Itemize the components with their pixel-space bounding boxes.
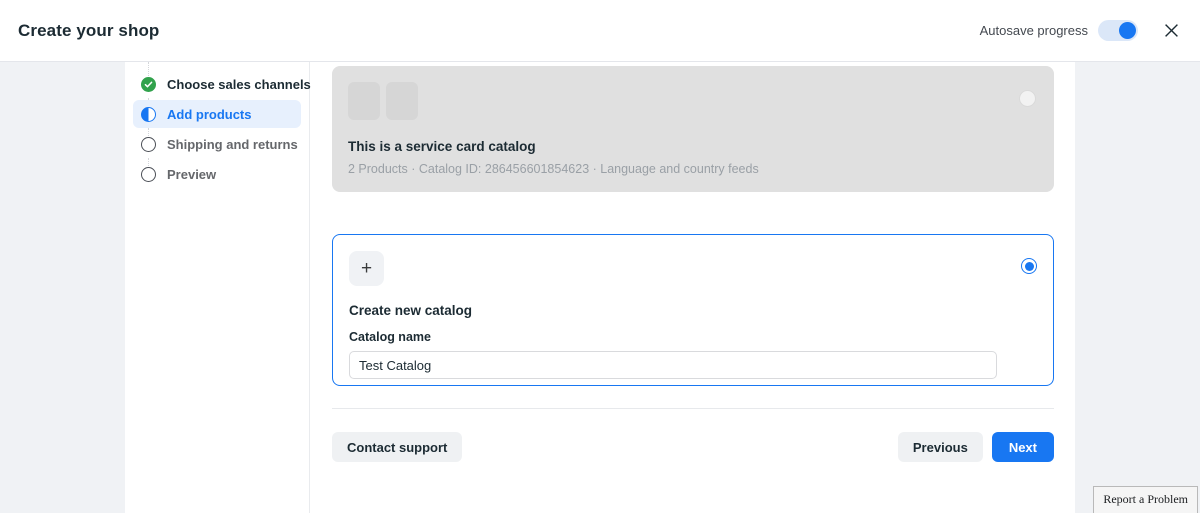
catalog-thumbnails	[348, 82, 1038, 120]
sidebar-item-choose-sales-channels[interactable]: Choose sales channels	[133, 70, 301, 98]
sidebar-item-preview[interactable]: Preview	[133, 160, 301, 188]
page-title: Create your shop	[18, 21, 159, 41]
sidebar-item-label: Choose sales channels	[167, 77, 311, 92]
header-actions: Autosave progress	[980, 18, 1184, 44]
radio-selected-dot	[1025, 262, 1034, 271]
app-header: Create your shop Autosave progress	[0, 0, 1200, 62]
autosave-toggle-knob	[1119, 22, 1136, 39]
step-list: Choose sales channels Add products Shipp…	[125, 70, 309, 188]
catalog-card-existing[interactable]: This is a service card catalog 2 Product…	[332, 66, 1054, 192]
previous-button[interactable]: Previous	[898, 432, 983, 462]
thumbnail-placeholder	[386, 82, 418, 120]
sidebar-item-label: Add products	[167, 107, 252, 122]
catalog-radio-new[interactable]	[1021, 258, 1037, 274]
half-circle-icon	[141, 107, 156, 122]
wizard-footer: Contact support Previous Next	[332, 432, 1054, 462]
autosave-toggle[interactable]	[1098, 20, 1138, 41]
report-a-problem-button[interactable]: Report a Problem	[1093, 486, 1198, 513]
catalog-card-new[interactable]: + Create new catalog Catalog name	[332, 234, 1054, 386]
catalog-radio-existing[interactable]	[1019, 90, 1036, 107]
sidebar-item-label: Shipping and returns	[167, 137, 298, 152]
wizard-content: This is a service card catalog 2 Product…	[311, 62, 1075, 513]
sidebar-item-add-products[interactable]: Add products	[133, 100, 301, 128]
empty-circle-icon	[141, 137, 156, 152]
empty-circle-icon	[141, 167, 156, 182]
sidebar-item-label: Preview	[167, 167, 216, 182]
wizard-sidebar: Choose sales channels Add products Shipp…	[125, 62, 310, 513]
plus-icon: +	[349, 251, 384, 286]
thumbnail-placeholder	[348, 82, 380, 120]
catalog-name-input[interactable]	[349, 351, 997, 379]
create-new-catalog-title: Create new catalog	[349, 303, 1037, 318]
sidebar-item-shipping-and-returns[interactable]: Shipping and returns	[133, 130, 301, 158]
contact-support-button[interactable]: Contact support	[332, 432, 462, 462]
wizard-panel: Choose sales channels Add products Shipp…	[125, 62, 1075, 513]
catalog-name-label: Catalog name	[349, 330, 1037, 344]
footer-nav-buttons: Previous Next	[898, 432, 1054, 462]
footer-divider	[332, 408, 1054, 409]
close-icon[interactable]	[1158, 18, 1184, 44]
catalog-meta: 2 Products · Catalog ID: 286456601854623…	[348, 162, 1038, 176]
next-button[interactable]: Next	[992, 432, 1054, 462]
catalog-options: This is a service card catalog 2 Product…	[311, 62, 1075, 386]
check-circle-icon	[141, 77, 156, 92]
autosave-label: Autosave progress	[980, 23, 1088, 38]
catalog-title: This is a service card catalog	[348, 139, 1038, 154]
